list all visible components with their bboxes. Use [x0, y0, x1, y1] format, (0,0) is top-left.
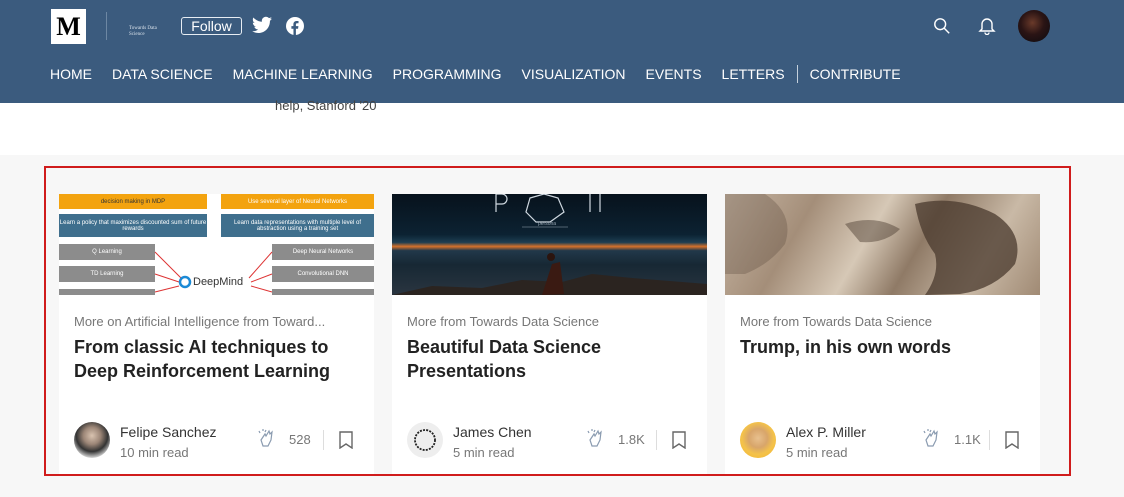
nav-events[interactable]: EVENTS — [646, 66, 702, 82]
selection-highlight-box — [44, 166, 1071, 476]
article-body-strip: help, Stanford '20 — [0, 98, 1124, 155]
nav-home[interactable]: HOME — [50, 66, 92, 82]
nav-programming[interactable]: PROGRAMMING — [393, 66, 502, 82]
search-icon[interactable] — [933, 17, 951, 35]
nav-contribute[interactable]: CONTRIBUTE — [810, 66, 901, 82]
partial-author-bio: help, Stanford '20 — [275, 98, 377, 113]
notifications-bell-icon[interactable] — [977, 15, 997, 35]
nav-machine-learning[interactable]: MACHINE LEARNING — [233, 66, 373, 82]
medium-logo[interactable]: M — [51, 9, 86, 44]
publication-nav: HOME DATA SCIENCE MACHINE LEARNING PROGR… — [50, 65, 921, 83]
follow-button[interactable]: Follow — [181, 17, 242, 35]
nav-separator — [796, 65, 798, 83]
header-divider — [106, 12, 107, 40]
twitter-icon[interactable] — [252, 16, 272, 34]
facebook-icon[interactable] — [286, 17, 304, 35]
nav-visualization[interactable]: VISUALIZATION — [522, 66, 626, 82]
publication-header: M Towards Data Science Follow HOME DATA … — [0, 0, 1124, 103]
nav-data-science[interactable]: DATA SCIENCE — [112, 66, 213, 82]
nav-letters[interactable]: LETTERS — [722, 66, 785, 82]
publication-logo[interactable]: Towards Data Science — [129, 26, 163, 38]
user-avatar[interactable] — [1018, 10, 1050, 42]
